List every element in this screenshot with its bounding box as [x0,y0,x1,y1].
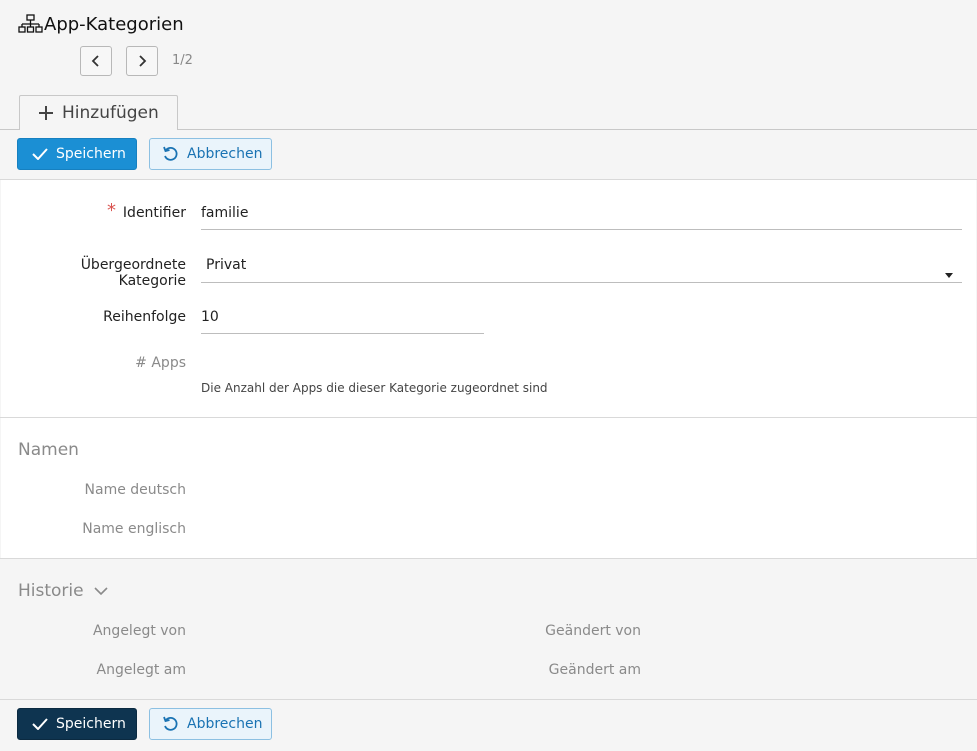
tab-add[interactable]: Hinzufügen [19,95,178,130]
check-icon [32,148,56,160]
parent-category-select[interactable]: Privat [206,257,946,281]
name-english-label: Name englisch [82,521,186,537]
save-label: Speichern [56,146,126,162]
cancel-button[interactable]: Abbrechen [149,138,272,170]
page-header: App-Kategorien [18,10,184,38]
tab-label: Hinzufügen [62,103,159,123]
order-label: Reihenfolge [103,309,186,325]
caret-down-icon[interactable] [945,263,953,282]
order-underline [201,333,484,334]
save-button[interactable]: Speichern [17,138,137,170]
apps-count-hint: Die Anzahl der Apps die dieser Kategorie… [201,381,548,395]
page-title: App-Kategorien [44,13,184,35]
chevron-down-icon [94,586,108,596]
created-by-label: Angelegt von [92,623,186,639]
name-german-label: Name deutsch [84,482,186,498]
identifier-label: Identifier [122,205,186,221]
plus-icon [38,105,54,121]
undo-icon [162,146,187,163]
chevron-left-icon [91,52,101,71]
check-icon [32,718,56,730]
chevron-right-icon [137,52,147,71]
identifier-input[interactable]: familie [201,205,961,229]
modified-at-label: Geändert am [548,662,641,678]
divider [0,699,977,700]
created-at-label: Angelegt am [96,662,187,678]
identifier-underline [201,229,962,230]
sitemap-icon [18,14,44,34]
apps-count-label: # Apps [135,355,186,371]
modified-by-label: Geändert von [545,623,641,639]
cancel-label: Abbrechen [187,146,263,162]
parent-category-label: Übergeordnete Kategorie [80,257,186,289]
history-section-title: Historie [18,581,84,601]
save-button-bottom[interactable]: Speichern [17,708,137,740]
divider [0,558,977,559]
history-toggle[interactable]: Historie [18,581,108,601]
undo-icon [162,716,187,733]
previous-button[interactable] [80,46,112,76]
save-label: Speichern [56,716,126,732]
order-input[interactable]: 10 [201,309,481,333]
names-section-title: Namen [18,440,79,460]
parent-category-underline [201,282,962,283]
next-button[interactable] [126,46,158,76]
cancel-label: Abbrechen [187,716,263,732]
cancel-button-bottom[interactable]: Abbrechen [149,708,272,740]
pager-indicator: 1/2 [172,53,193,68]
